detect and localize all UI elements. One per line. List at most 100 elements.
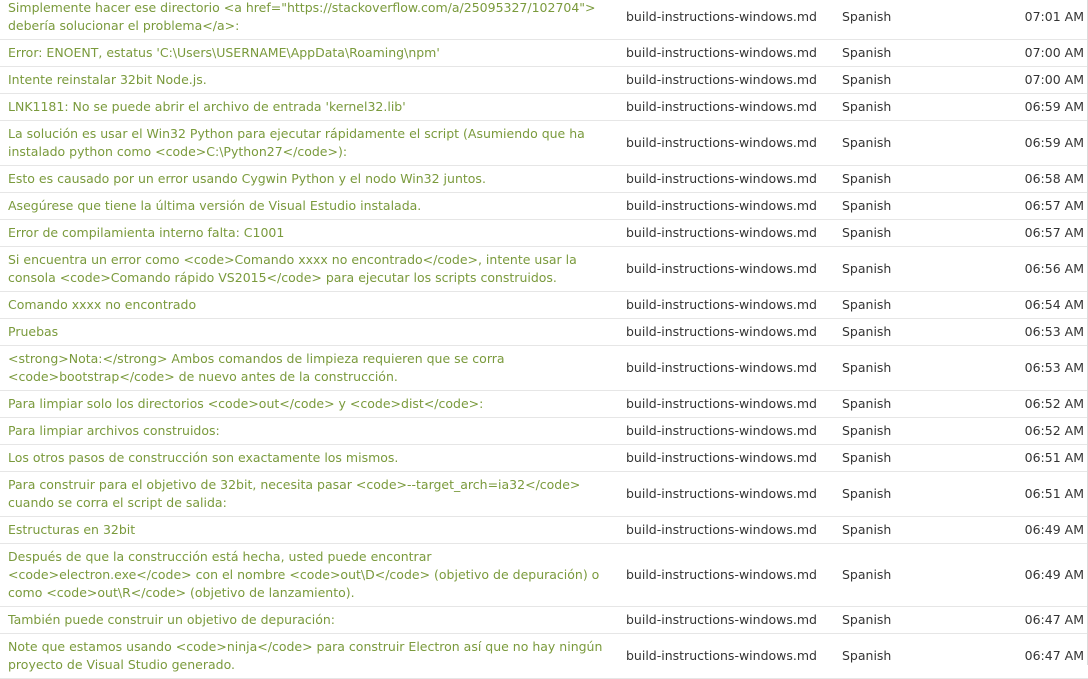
table-row[interactable]: Estructuras en 32bit build-instructions-w… bbox=[0, 517, 1088, 544]
file-name-cell: build-instructions-windows.md bbox=[626, 522, 817, 537]
language-cell: Spanish bbox=[842, 198, 892, 213]
table-row[interactable]: Para construir para el objetivo de 32bit… bbox=[0, 472, 1088, 517]
source-text-cell[interactable]: Error de compilamienta interno falta: C1… bbox=[0, 220, 618, 247]
timestamp-cell: 07:01 AM bbox=[1024, 9, 1084, 24]
language-cell: Spanish bbox=[842, 9, 892, 24]
source-text-cell[interactable]: Error: ENOENT, estatus 'C:\Users\USERNAM… bbox=[0, 40, 618, 67]
source-text-cell[interactable]: Después de que la construcción está hech… bbox=[0, 544, 618, 607]
source-text-cell[interactable]: Para limpiar archivos construidos: bbox=[0, 418, 618, 445]
table-row[interactable]: Los otros pasos de construcción son exac… bbox=[0, 445, 1088, 472]
activity-rows: Simplemente hacer ese directorio <a href… bbox=[0, 0, 1088, 679]
file-name-cell: build-instructions-windows.md bbox=[626, 360, 817, 375]
source-text-cell[interactable]: También puede construir un objetivo de d… bbox=[0, 607, 618, 634]
language-cell: Spanish bbox=[842, 567, 892, 582]
timestamp-cell: 06:58 AM bbox=[1024, 171, 1084, 186]
source-text-cell[interactable]: Esto es causado por un error usando Cygw… bbox=[0, 166, 618, 193]
source-text-cell[interactable]: Note que estamos usando <code>ninja</cod… bbox=[0, 634, 618, 679]
language-cell: Spanish bbox=[842, 648, 892, 663]
table-row[interactable]: Si encuentra un error como <code>Comando… bbox=[0, 247, 1088, 292]
timestamp-cell: 06:51 AM bbox=[1024, 450, 1084, 465]
file-name-cell: build-instructions-windows.md bbox=[626, 45, 817, 60]
language-cell: Spanish bbox=[842, 324, 892, 339]
table-row[interactable]: Esto es causado por un error usando Cygw… bbox=[0, 166, 1088, 193]
table-row[interactable]: Para limpiar archivos construidos: build-… bbox=[0, 418, 1088, 445]
timestamp-cell: 06:56 AM bbox=[1024, 261, 1084, 276]
timestamp-cell: 06:53 AM bbox=[1024, 324, 1084, 339]
timestamp-cell: 06:57 AM bbox=[1024, 225, 1084, 240]
timestamp-cell: 06:51 AM bbox=[1024, 486, 1084, 501]
file-name-cell: build-instructions-windows.md bbox=[626, 135, 817, 150]
language-cell: Spanish bbox=[842, 423, 892, 438]
source-text-cell[interactable]: Asegúrese que tiene la última versión de… bbox=[0, 193, 618, 220]
language-cell: Spanish bbox=[842, 99, 892, 114]
timestamp-cell: 06:59 AM bbox=[1024, 135, 1084, 150]
language-cell: Spanish bbox=[842, 450, 892, 465]
table-row[interactable]: <strong>Nota:</strong> Ambos comandos de… bbox=[0, 346, 1088, 391]
language-cell: Spanish bbox=[842, 135, 892, 150]
language-cell: Spanish bbox=[842, 72, 892, 87]
source-text-cell[interactable]: Intente reinstalar 32bit Node.js. bbox=[0, 67, 618, 94]
file-name-cell: build-instructions-windows.md bbox=[626, 450, 817, 465]
timestamp-cell: 06:52 AM bbox=[1024, 396, 1084, 411]
file-name-cell: build-instructions-windows.md bbox=[626, 72, 817, 87]
source-text-cell[interactable]: La solución es usar el Win32 Python para… bbox=[0, 121, 618, 166]
timestamp-cell: 06:59 AM bbox=[1024, 99, 1084, 114]
language-cell: Spanish bbox=[842, 261, 892, 276]
file-name-cell: build-instructions-windows.md bbox=[626, 324, 817, 339]
timestamp-cell: 06:53 AM bbox=[1024, 360, 1084, 375]
timestamp-cell: 06:49 AM bbox=[1024, 567, 1084, 582]
table-row[interactable]: La solución es usar el Win32 Python para… bbox=[0, 121, 1088, 166]
timestamp-cell: 06:57 AM bbox=[1024, 198, 1084, 213]
file-name-cell: build-instructions-windows.md bbox=[626, 9, 817, 24]
file-name-cell: build-instructions-windows.md bbox=[626, 567, 817, 582]
file-name-cell: build-instructions-windows.md bbox=[626, 486, 817, 501]
table-row[interactable]: Comando xxxx no encontrado build-instruct… bbox=[0, 292, 1088, 319]
timestamp-cell: 06:47 AM bbox=[1024, 612, 1084, 627]
language-cell: Spanish bbox=[842, 486, 892, 501]
language-cell: Spanish bbox=[842, 297, 892, 312]
table-row[interactable]: Error de compilamienta interno falta: C1… bbox=[0, 220, 1088, 247]
table-row[interactable]: Asegúrese que tiene la última versión de… bbox=[0, 193, 1088, 220]
file-name-cell: build-instructions-windows.md bbox=[626, 225, 817, 240]
timestamp-cell: 06:47 AM bbox=[1024, 648, 1084, 663]
source-text-cell[interactable]: Los otros pasos de construcción son exac… bbox=[0, 445, 618, 472]
activity-table: Simplemente hacer ese directorio <a href… bbox=[0, 0, 1088, 679]
source-text-cell[interactable]: Simplemente hacer ese directorio <a href… bbox=[0, 0, 618, 40]
source-text-cell[interactable]: <strong>Nota:</strong> Ambos comandos de… bbox=[0, 346, 618, 391]
file-name-cell: build-instructions-windows.md bbox=[626, 612, 817, 627]
source-text-cell[interactable]: Estructuras en 32bit bbox=[0, 517, 618, 544]
source-text-cell[interactable]: Pruebas bbox=[0, 319, 618, 346]
language-cell: Spanish bbox=[842, 396, 892, 411]
timestamp-cell: 06:54 AM bbox=[1024, 297, 1084, 312]
file-name-cell: build-instructions-windows.md bbox=[626, 423, 817, 438]
file-name-cell: build-instructions-windows.md bbox=[626, 99, 817, 114]
timestamp-cell: 07:00 AM bbox=[1024, 72, 1084, 87]
language-cell: Spanish bbox=[842, 45, 892, 60]
source-text-cell[interactable]: Para limpiar solo los directorios <code>… bbox=[0, 391, 618, 418]
table-row[interactable]: Simplemente hacer ese directorio <a href… bbox=[0, 0, 1088, 40]
file-name-cell: build-instructions-windows.md bbox=[626, 396, 817, 411]
table-row[interactable]: Después de que la construcción está hech… bbox=[0, 544, 1088, 607]
file-name-cell: build-instructions-windows.md bbox=[626, 198, 817, 213]
timestamp-cell: 07:00 AM bbox=[1024, 45, 1084, 60]
table-row[interactable]: Error: ENOENT, estatus 'C:\Users\USERNAM… bbox=[0, 40, 1088, 67]
language-cell: Spanish bbox=[842, 360, 892, 375]
table-row[interactable]: Note que estamos usando <code>ninja</cod… bbox=[0, 634, 1088, 679]
language-cell: Spanish bbox=[842, 612, 892, 627]
source-text-cell[interactable]: Comando xxxx no encontrado bbox=[0, 292, 618, 319]
source-text-cell[interactable]: Para construir para el objetivo de 32bit… bbox=[0, 472, 618, 517]
language-cell: Spanish bbox=[842, 522, 892, 537]
file-name-cell: build-instructions-windows.md bbox=[626, 261, 817, 276]
table-row[interactable]: Pruebas build-instructions-windows.md Span… bbox=[0, 319, 1088, 346]
language-cell: Spanish bbox=[842, 171, 892, 186]
source-text-cell[interactable]: LNK1181: No se puede abrir el archivo de… bbox=[0, 94, 618, 121]
source-text-cell[interactable]: Si encuentra un error como <code>Comando… bbox=[0, 247, 618, 292]
table-row[interactable]: LNK1181: No se puede abrir el archivo de… bbox=[0, 94, 1088, 121]
table-row[interactable]: También puede construir un objetivo de d… bbox=[0, 607, 1088, 634]
table-row[interactable]: Intente reinstalar 32bit Node.js. build-i… bbox=[0, 67, 1088, 94]
table-row[interactable]: Para limpiar solo los directorios <code>… bbox=[0, 391, 1088, 418]
timestamp-cell: 06:52 AM bbox=[1024, 423, 1084, 438]
file-name-cell: build-instructions-windows.md bbox=[626, 648, 817, 663]
language-cell: Spanish bbox=[842, 225, 892, 240]
file-name-cell: build-instructions-windows.md bbox=[626, 171, 817, 186]
